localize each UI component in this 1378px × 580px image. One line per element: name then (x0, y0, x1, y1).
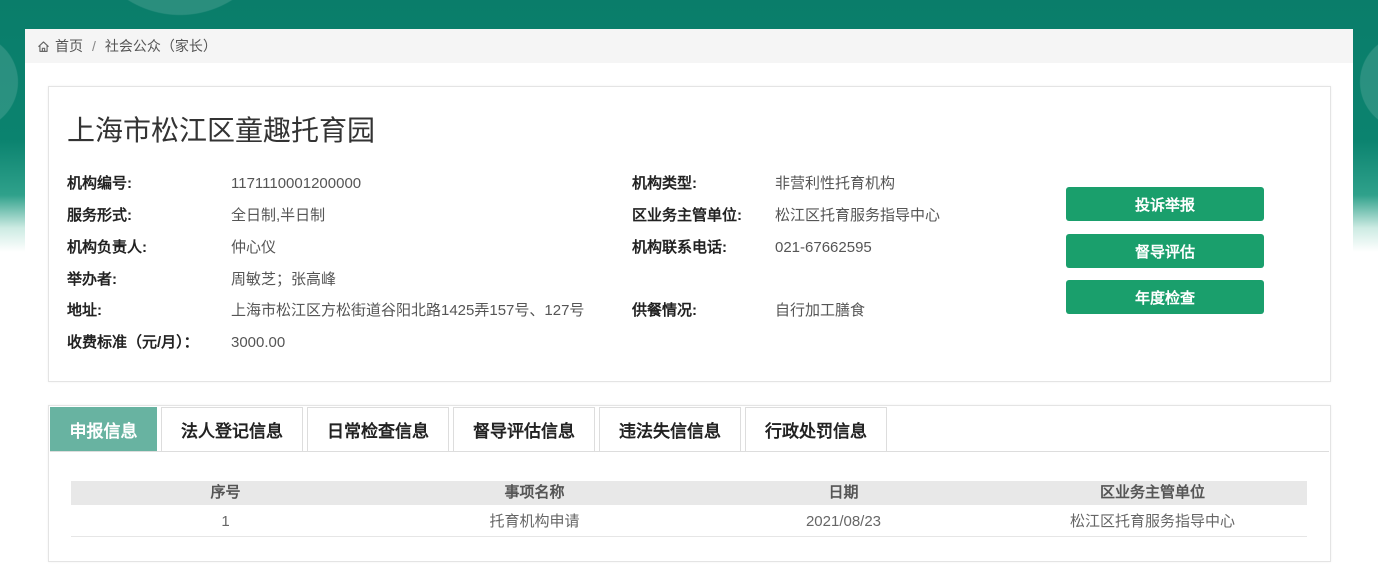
info-row-fee: 收费标准（元/月）： 3000.00 (49, 333, 1049, 353)
complaint-button[interactable]: 投诉举报 (1066, 187, 1264, 221)
cell-date: 2021/08/23 (805, 513, 882, 530)
main-panel: 首页 / 社会公众（家长） 上海市松江区童趣托育园 机构编号: 11711100… (25, 29, 1353, 580)
fee-value: 3000.00 (231, 334, 286, 351)
tab-violation-info[interactable]: 违法失信信息 (599, 407, 741, 451)
info-row-address: 地址: 上海市松江区方松街道谷阳北路1425弄157号、127号 供餐情况: 自… (49, 301, 1049, 321)
supervision-evaluation-button[interactable]: 督导评估 (1066, 234, 1264, 268)
declaration-table: 序号 事项名称 日期 区业务主管单位 1 托育机构申请 2021/08/23 松… (71, 481, 1307, 537)
table-header-row: 序号 事项名称 日期 区业务主管单位 (71, 481, 1307, 505)
catering-label: 供餐情况: (632, 302, 697, 319)
phone-value: 021-67662595 (775, 239, 872, 256)
tab-legal-registration-info[interactable]: 法人登记信息 (161, 407, 303, 451)
supervising-unit-label: 区业务主管单位: (632, 207, 742, 224)
tab-administrative-penalty-info[interactable]: 行政处罚信息 (745, 407, 887, 451)
org-type-value: 非营利性托育机构 (775, 175, 896, 192)
service-form-value: 全日制,半日制 (231, 207, 326, 224)
director-label: 机构负责人: (67, 239, 147, 256)
column-header-supervising-unit: 区业务主管单位 (1099, 484, 1205, 501)
column-header-date: 日期 (828, 484, 859, 501)
institution-info-card: 上海市松江区童趣托育园 机构编号: 1171110001200000 机构类型:… (48, 86, 1331, 382)
org-type-label: 机构类型: (632, 175, 697, 192)
info-row-organizer: 举办者: 周敏芝；张高峰 (49, 270, 1049, 290)
supervising-unit-value: 松江区托育服务指导中心 (775, 207, 941, 224)
breadcrumb-current: 社会公众（家长） (104, 38, 217, 54)
phone-label: 机构联系电话: (632, 239, 727, 256)
organizer-label: 举办者: (67, 271, 117, 288)
cell-supervising-unit: 松江区托育服务指导中心 (1069, 513, 1235, 530)
org-code-label: 机构编号: (67, 175, 132, 192)
breadcrumb-home-link[interactable]: 首页 (37, 36, 83, 56)
info-row-service-form: 服务形式: 全日制,半日制 区业务主管单位: 松江区托育服务指导中心 (49, 206, 1049, 226)
address-value: 上海市松江区方松街道谷阳北路1425弄157号、127号 (231, 302, 585, 319)
service-form-label: 服务形式: (67, 207, 132, 224)
records-card: 申报信息 法人登记信息 日常检查信息 督导评估信息 违法失信信息 行政处罚信息 … (48, 405, 1331, 562)
org-code-value: 1171110001200000 (231, 175, 362, 192)
column-header-index: 序号 (210, 484, 241, 501)
breadcrumb: 首页 / 社会公众（家长） (25, 29, 1353, 63)
catering-value: 自行加工膳食 (775, 302, 866, 319)
tab-bar: 申报信息 法人登记信息 日常检查信息 督导评估信息 违法失信信息 行政处罚信息 (50, 407, 1329, 452)
breadcrumb-home-label: 首页 (55, 38, 83, 54)
info-row-director: 机构负责人: 仲心仪 机构联系电话: 021-67662595 (49, 238, 1049, 258)
institution-name: 上海市松江区童趣托育园 (67, 115, 376, 146)
home-icon (37, 40, 50, 53)
fee-label: 收费标准（元/月）： (67, 334, 199, 351)
info-row-org-code: 机构编号: 1171110001200000 机构类型: 非营利性托育机构 (49, 174, 1049, 194)
annual-check-button[interactable]: 年度检查 (1066, 280, 1264, 314)
cell-index: 1 (221, 513, 230, 530)
organizer-value: 周敏芝；张高峰 (231, 271, 337, 288)
column-header-item-name: 事项名称 (504, 484, 565, 501)
cell-item-name: 托育机构申请 (489, 513, 580, 530)
table-row: 1 托育机构申请 2021/08/23 松江区托育服务指导中心 (71, 507, 1307, 537)
tab-daily-inspection-info[interactable]: 日常检查信息 (307, 407, 449, 451)
tab-supervision-evaluation-info[interactable]: 督导评估信息 (453, 407, 595, 451)
breadcrumb-separator: / (92, 38, 96, 54)
director-value: 仲心仪 (231, 239, 277, 256)
address-label: 地址: (67, 302, 102, 319)
tab-declaration-info[interactable]: 申报信息 (50, 407, 157, 451)
